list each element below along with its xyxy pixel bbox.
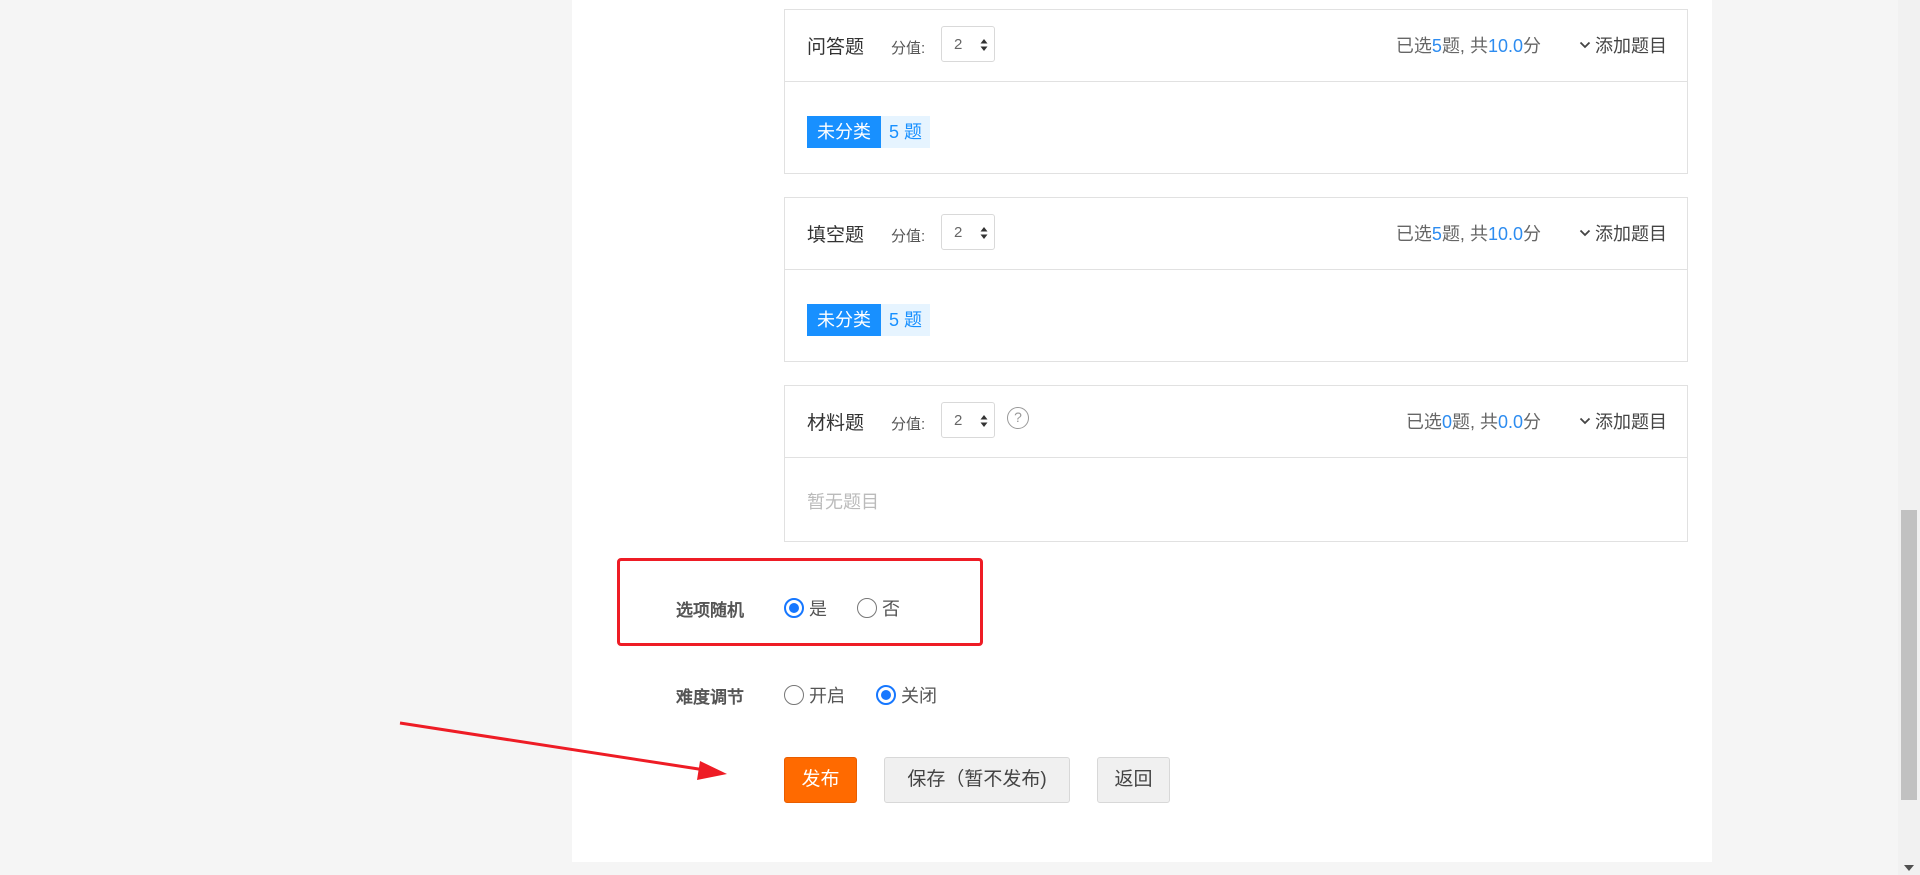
category-tag-name[interactable]: 未分类 <box>807 304 881 336</box>
score-value[interactable]: 2 <box>954 412 962 429</box>
radio-unchecked-icon[interactable] <box>784 685 804 705</box>
category-tag-count: 5 题 <box>881 304 931 336</box>
score-value[interactable]: 2 <box>954 224 962 241</box>
selected-summary: 已选0题, 共0.0分 <box>1405 412 1541 432</box>
score-value[interactable]: 2 <box>954 36 962 53</box>
vertical-scrollbar[interactable] <box>1898 0 1920 875</box>
back-button[interactable]: 返回 <box>1097 757 1170 803</box>
add-question-button[interactable]: 添加题目 <box>1579 32 1667 58</box>
question-section-essay: 问答题 分值: 2 已选5题, 共10.0分 添加题目 未分类 5 题 <box>784 9 1688 174</box>
selected-summary: 已选5题, 共10.0分 <box>1395 224 1541 244</box>
score-stepper[interactable]: 2 <box>941 402 995 438</box>
section-header: 填空题 分值: 2 已选5题, 共10.0分 添加题目 <box>785 198 1687 270</box>
question-section-fill-blank: 填空题 分值: 2 已选5题, 共10.0分 添加题目 未分类 5 题 <box>784 197 1688 362</box>
category-tag-count: 5 题 <box>881 116 931 148</box>
section-header: 材料题 分值: 2 ? 已选0题, 共0.0分 添加题目 <box>785 386 1687 458</box>
score-stepper[interactable]: 2 <box>941 214 995 250</box>
scrollbar-thumb[interactable] <box>1901 510 1917 800</box>
chevron-down-icon <box>1579 230 1591 237</box>
category-tag-name[interactable]: 未分类 <box>807 116 881 148</box>
section-title: 问答题 <box>807 37 865 58</box>
spinner-icon[interactable] <box>980 38 988 52</box>
add-question-button[interactable]: 添加题目 <box>1579 408 1667 434</box>
difficulty-label: 难度调节 <box>676 688 744 707</box>
spinner-icon[interactable] <box>980 414 988 428</box>
section-header: 问答题 分值: 2 已选5题, 共10.0分 添加题目 <box>785 10 1687 82</box>
question-section-material: 材料题 分值: 2 ? 已选0题, 共0.0分 添加题目 暂无题目 <box>784 385 1688 542</box>
help-icon[interactable]: ? <box>1007 407 1029 429</box>
score-label: 分值: <box>891 228 926 245</box>
add-question-button[interactable]: 添加题目 <box>1579 220 1667 246</box>
radio-label: 关闭 <box>901 686 937 706</box>
score-label: 分值: <box>891 416 926 433</box>
radio-label: 开启 <box>809 686 845 706</box>
publish-button[interactable]: 发布 <box>784 757 857 803</box>
section-title: 填空题 <box>807 225 865 246</box>
radio-difficulty-on[interactable]: 开启 <box>784 682 845 708</box>
radio-checked-icon[interactable] <box>876 685 896 705</box>
annotation-highlight-box <box>617 558 983 646</box>
radio-difficulty-off[interactable]: 关闭 <box>876 682 937 708</box>
empty-placeholder: 暂无题目 <box>807 492 879 512</box>
scroll-down-arrow-icon[interactable] <box>1904 865 1914 871</box>
score-stepper[interactable]: 2 <box>941 26 995 62</box>
spinner-icon[interactable] <box>980 226 988 240</box>
chevron-down-icon <box>1579 42 1591 49</box>
save-draft-button[interactable]: 保存（暂不发布) <box>884 757 1070 803</box>
selected-summary: 已选5题, 共10.0分 <box>1395 36 1541 56</box>
chevron-down-icon <box>1579 418 1591 425</box>
category-tag[interactable]: 未分类 5 题 <box>807 304 931 336</box>
section-title: 材料题 <box>807 413 865 434</box>
score-label: 分值: <box>891 40 926 57</box>
category-tag[interactable]: 未分类 5 题 <box>807 116 931 148</box>
